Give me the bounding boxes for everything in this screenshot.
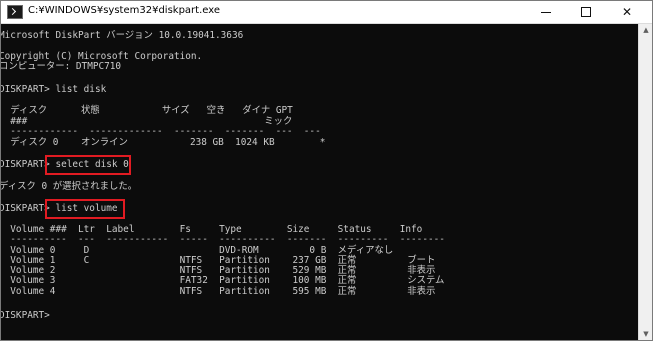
vertical-scrollbar[interactable]: ▲ ▼: [638, 24, 652, 340]
console-line: Volume 4 NTFS Partition 595 MB 正常 非表示: [0, 286, 436, 297]
window-title: C:¥WINDOWS¥system32¥diskpart.exe: [28, 5, 220, 16]
console-line: ディスク 0 が選択されました。: [0, 181, 138, 192]
console-line: ディスク 状態 サイズ 空き ダイナ GPT: [0, 105, 293, 116]
scroll-down-icon[interactable]: ▼: [639, 328, 652, 340]
select-disk-highlight: [45, 155, 131, 175]
minimize-icon: [541, 11, 551, 13]
console-line: ------------ ------------- ------- -----…: [0, 126, 321, 137]
console-line: ディスク 0 オンライン 238 GB 1024 KB *: [0, 137, 326, 148]
console-output[interactable]: Microsoft DiskPart バージョン 10.0.19041.3636…: [1, 24, 638, 340]
list-volume-highlight: [45, 199, 125, 219]
console-line: Microsoft DiskPart バージョン 10.0.19041.3636: [0, 30, 244, 41]
maximize-button[interactable]: [566, 1, 606, 23]
console-app-icon: [7, 5, 23, 19]
console-line: コンピューター: DTMPC710: [0, 61, 122, 72]
scroll-up-icon[interactable]: ▲: [639, 24, 652, 36]
close-button[interactable]: ✕: [607, 1, 647, 23]
minimize-button[interactable]: [526, 1, 566, 23]
console-line: DISKPART> list disk: [0, 84, 107, 95]
maximize-icon: [581, 7, 591, 17]
title-bar[interactable]: C:¥WINDOWS¥system32¥diskpart.exe ✕: [1, 1, 652, 24]
console-line: Volume 3 FAT32 Partition 100 MB 正常 システム: [0, 275, 445, 286]
console-line: ---------- --- ----------- ----- -------…: [0, 234, 445, 245]
close-icon: ✕: [621, 5, 633, 19]
console-window: C:¥WINDOWS¥system32¥diskpart.exe ✕ Micro…: [0, 0, 653, 341]
console-line: DISKPART>: [0, 310, 50, 321]
